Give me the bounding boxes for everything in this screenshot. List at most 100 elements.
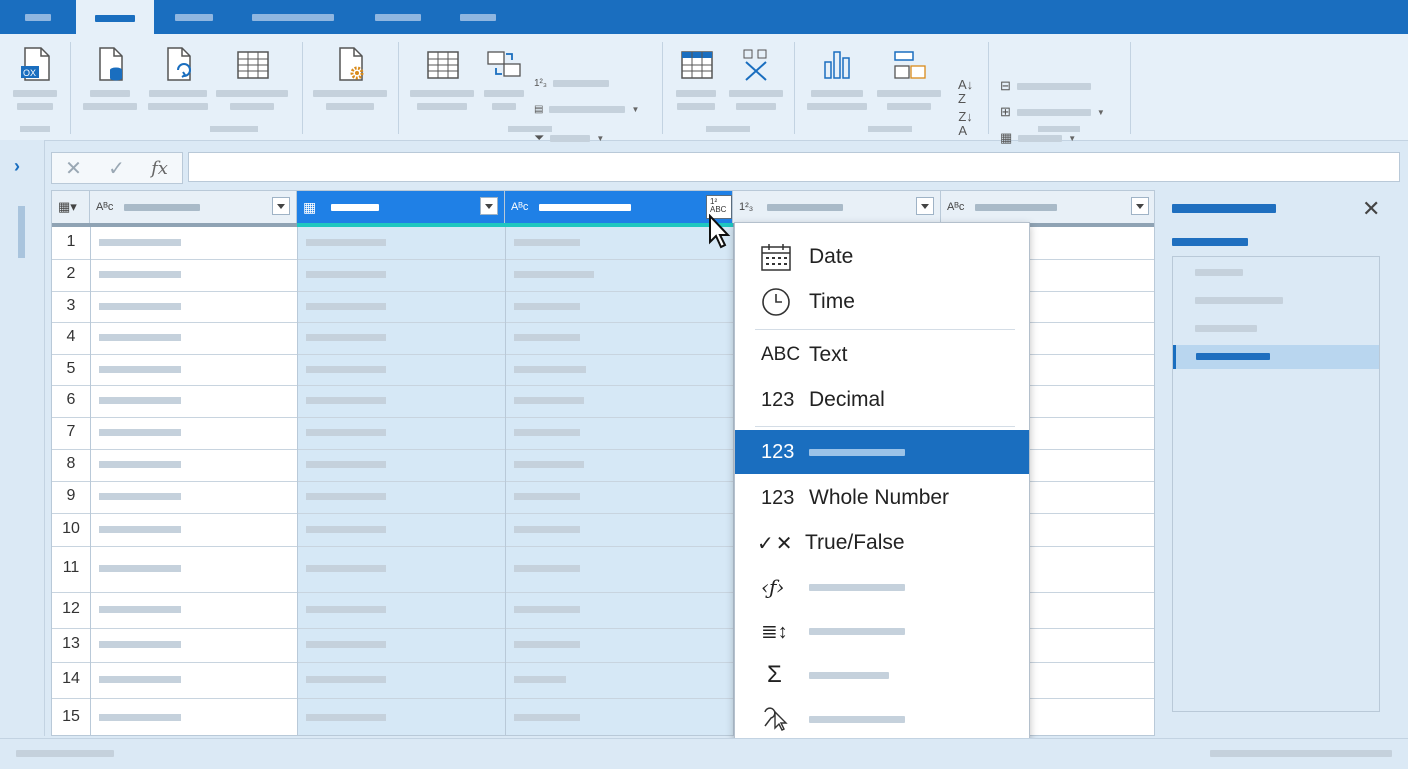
- table-cell[interactable]: [514, 461, 584, 468]
- row-number[interactable]: 10: [52, 520, 90, 538]
- table-cell[interactable]: [99, 334, 181, 341]
- row-number[interactable]: 12: [52, 600, 90, 618]
- row-number[interactable]: 11: [52, 559, 90, 577]
- row-number[interactable]: 4: [52, 328, 90, 346]
- row-number[interactable]: 2: [52, 265, 90, 283]
- column-header-5[interactable]: Aᴮᴄ: [941, 191, 1154, 223]
- table-cell[interactable]: [306, 366, 386, 373]
- tab-add-column[interactable]: [238, 0, 348, 34]
- step-item[interactable]: [1173, 261, 1379, 285]
- confirm-icon[interactable]: ✓: [95, 156, 138, 181]
- table-cell[interactable]: [514, 565, 580, 572]
- menu-item-function[interactable]: ‹ƒ›: [735, 565, 1029, 609]
- table-cell[interactable]: [99, 271, 181, 278]
- menu-item-sum[interactable]: Σ: [735, 653, 1029, 697]
- column-filter-button[interactable]: [1131, 197, 1149, 215]
- table-cell[interactable]: [514, 714, 580, 721]
- table-button[interactable]: [214, 44, 290, 110]
- table-cell[interactable]: [514, 676, 566, 683]
- column-filter-button[interactable]: [916, 197, 934, 215]
- table-cell[interactable]: [306, 526, 386, 533]
- row-number[interactable]: 1: [52, 233, 90, 251]
- detect-type-button[interactable]: ▤ ▼: [534, 104, 639, 115]
- column-header-2[interactable]: ▦: [297, 191, 505, 223]
- table-cell[interactable]: [306, 271, 386, 278]
- tab-help[interactable]: [446, 0, 510, 34]
- row-number[interactable]: 7: [52, 423, 90, 441]
- table-cell[interactable]: [306, 493, 386, 500]
- data-type-button[interactable]: 1²₃: [534, 78, 609, 89]
- manage-table-button[interactable]: [408, 44, 476, 110]
- table-cell[interactable]: [99, 565, 181, 572]
- menu-item-sort[interactable]: ≣↕: [735, 609, 1029, 653]
- extract-button[interactable]: ▦ ▼: [1000, 130, 1076, 146]
- table-cell[interactable]: [306, 565, 386, 572]
- step-item[interactable]: [1173, 317, 1379, 341]
- menu-item-whole-number[interactable]: 123 Whole Number: [735, 476, 1029, 520]
- row-number[interactable]: 14: [52, 670, 90, 688]
- table-cell[interactable]: [306, 397, 386, 404]
- row-number[interactable]: 6: [52, 391, 90, 409]
- menu-item-decimal[interactable]: 123 Decimal: [735, 378, 1029, 422]
- column-header-1[interactable]: Aᴮᴄ: [90, 191, 297, 223]
- data-source-button[interactable]: [82, 44, 138, 110]
- table-cell[interactable]: [99, 526, 181, 533]
- table-menu-button[interactable]: ▦▾: [52, 191, 90, 223]
- row-number[interactable]: 8: [52, 455, 90, 473]
- menu-item-text[interactable]: ABC Text: [735, 333, 1029, 377]
- table-cell[interactable]: [306, 239, 386, 246]
- table-cell[interactable]: [99, 461, 181, 468]
- close-icon[interactable]: ✕: [1362, 196, 1380, 222]
- merge-button[interactable]: [876, 44, 942, 110]
- table-cell[interactable]: [99, 239, 181, 246]
- format-button[interactable]: ⊞ ▼: [1000, 104, 1105, 120]
- table-cell[interactable]: [514, 641, 580, 648]
- menu-item-highlighted[interactable]: 123: [735, 430, 1029, 474]
- tab-file[interactable]: [0, 0, 76, 34]
- table-cell[interactable]: [99, 714, 181, 721]
- column-header-3[interactable]: Aᴮᴄ: [505, 191, 733, 223]
- table-cell[interactable]: [99, 641, 181, 648]
- table-cell[interactable]: [99, 676, 181, 683]
- table-cell[interactable]: [99, 606, 181, 613]
- table-cell[interactable]: [306, 461, 386, 468]
- remove-columns-button[interactable]: [728, 44, 784, 110]
- row-number[interactable]: 5: [52, 360, 90, 378]
- table-cell[interactable]: [99, 397, 181, 404]
- table-cell[interactable]: [306, 676, 386, 683]
- table-cell[interactable]: [99, 303, 181, 310]
- tab-view[interactable]: [360, 0, 436, 34]
- sort-buttons[interactable]: A↓ Z Z↓ A: [958, 78, 973, 138]
- menu-item-pointer[interactable]: [735, 697, 1029, 741]
- table-cell[interactable]: [306, 641, 386, 648]
- refresh-source-button[interactable]: [146, 44, 210, 110]
- table-cell[interactable]: [514, 606, 580, 613]
- tab-transform[interactable]: [160, 0, 228, 34]
- table-cell[interactable]: [514, 429, 580, 436]
- menu-item-true-false[interactable]: ✓✕ True/False: [735, 521, 1029, 565]
- row-number[interactable]: 15: [52, 708, 90, 726]
- table-cell[interactable]: [306, 303, 386, 310]
- table-cell[interactable]: [99, 493, 181, 500]
- table-cell[interactable]: [514, 526, 580, 533]
- split-column-button[interactable]: ⊟: [1000, 78, 1091, 94]
- table-cell[interactable]: [514, 366, 586, 373]
- choose-columns-button[interactable]: [674, 44, 718, 110]
- expand-queries-button[interactable]: ›: [14, 156, 20, 177]
- fx-icon[interactable]: fx: [138, 158, 181, 179]
- filter-button[interactable]: ⏷ ▼: [534, 130, 604, 146]
- table-cell[interactable]: [99, 429, 181, 436]
- table-cell[interactable]: [514, 493, 580, 500]
- column-filter-button[interactable]: [272, 197, 290, 215]
- step-item-selected[interactable]: [1173, 345, 1379, 369]
- new-source-button[interactable]: OX: [12, 44, 58, 110]
- row-number[interactable]: 13: [52, 635, 90, 653]
- row-number[interactable]: 3: [52, 297, 90, 315]
- table-cell[interactable]: [306, 429, 386, 436]
- table-cell[interactable]: [306, 334, 386, 341]
- menu-item-time[interactable]: Time: [735, 280, 1029, 324]
- table-cell[interactable]: [514, 239, 580, 246]
- formula-input[interactable]: [188, 152, 1400, 182]
- column-filter-button[interactable]: [480, 197, 498, 215]
- table-cell[interactable]: [514, 334, 580, 341]
